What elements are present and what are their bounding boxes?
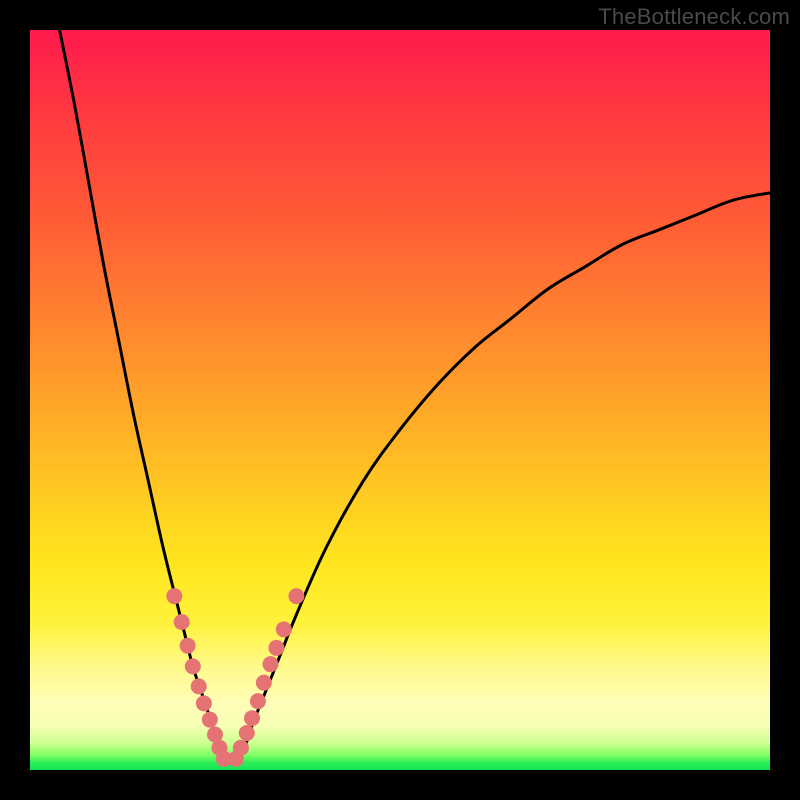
marker-dot — [233, 740, 249, 756]
curve-right-path — [237, 193, 770, 763]
marker-dot — [185, 658, 201, 674]
marker-dot — [276, 621, 292, 637]
marker-dot — [180, 638, 196, 654]
marker-dot — [239, 725, 255, 741]
chart-svg — [30, 30, 770, 770]
chart-plot-area — [30, 30, 770, 770]
markers-right-branch — [228, 588, 305, 767]
marker-dot — [250, 693, 266, 709]
marker-dot — [288, 588, 304, 604]
chart-frame: TheBottleneck.com — [0, 0, 800, 800]
marker-dot — [174, 614, 190, 630]
curve-left-branch — [60, 30, 223, 763]
marker-dot — [196, 695, 212, 711]
watermark-text: TheBottleneck.com — [598, 4, 790, 30]
marker-dot — [244, 710, 260, 726]
marker-dot — [202, 712, 218, 728]
curve-left-path — [60, 30, 223, 763]
marker-dot — [268, 640, 284, 656]
curve-right-branch — [237, 193, 770, 763]
markers-left-branch — [166, 588, 232, 767]
marker-dot — [263, 656, 279, 672]
marker-dot — [191, 678, 207, 694]
marker-dot — [256, 675, 272, 691]
marker-dot — [166, 588, 182, 604]
